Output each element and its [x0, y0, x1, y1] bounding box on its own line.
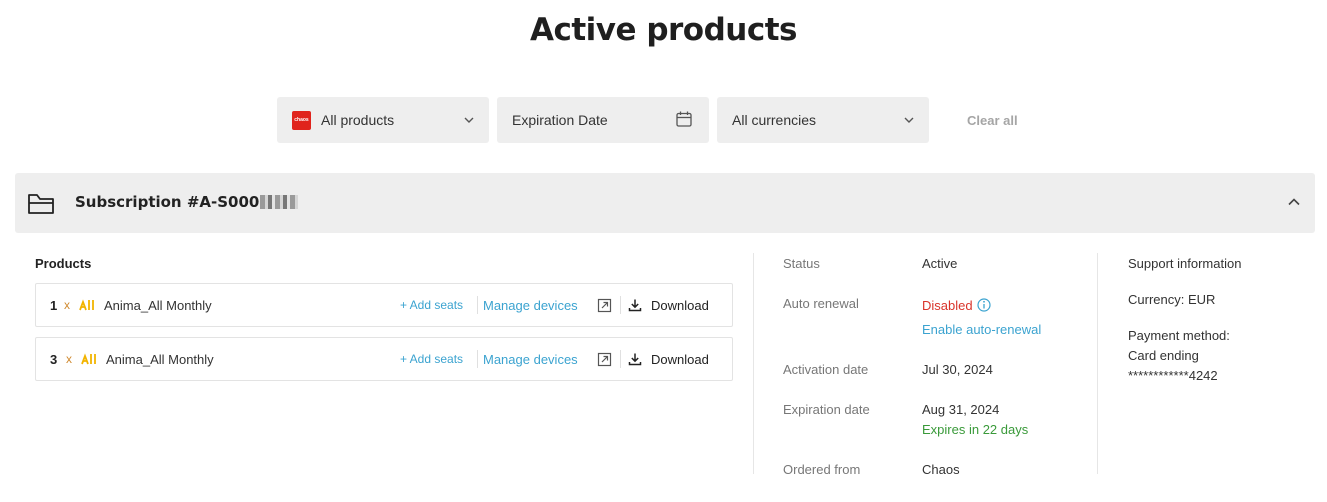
- ordered-from-label: Ordered from: [783, 462, 861, 477]
- chevron-up-icon[interactable]: [1287, 195, 1301, 209]
- expiration-date-value: Aug 31, 2024: [922, 402, 1000, 417]
- calendar-icon: [676, 111, 692, 127]
- currency-filter[interactable]: All currencies: [717, 97, 929, 143]
- divider: [620, 350, 621, 368]
- expires-in-note: Expires in 22 days: [922, 422, 1029, 437]
- subscription-header[interactable]: Subscription #A-S000: [15, 173, 1315, 233]
- redacted-id: [260, 195, 299, 209]
- manage-devices-link[interactable]: Manage devices: [483, 352, 578, 367]
- folder-icon: [28, 194, 54, 214]
- divider: [477, 296, 478, 314]
- enable-auto-renewal-link[interactable]: Enable auto-renewal: [922, 322, 1041, 337]
- download-button[interactable]: Download: [651, 298, 709, 313]
- chevron-down-icon: [904, 117, 914, 123]
- subscription-title: Subscription #A-S000: [75, 193, 299, 211]
- activation-date-label: Activation date: [783, 362, 869, 377]
- download-button[interactable]: Download: [651, 352, 709, 367]
- auto-renewal-value: Disabled: [922, 298, 991, 313]
- product-quantity: 1: [50, 297, 58, 313]
- payment-method-label: Payment method:: [1128, 328, 1230, 343]
- ordered-from-value: Chaos: [922, 462, 960, 477]
- product-quantity: 3: [50, 351, 58, 367]
- manage-devices-link[interactable]: Manage devices: [483, 298, 578, 313]
- chevron-down-icon: [464, 117, 474, 123]
- expiration-date-filter[interactable]: Expiration Date: [497, 97, 709, 143]
- divider: [477, 350, 478, 368]
- payment-card-number: ************4242: [1128, 368, 1218, 383]
- product-name: Anima_All Monthly: [104, 297, 212, 313]
- column-divider: [753, 253, 754, 474]
- download-icon: [628, 299, 642, 312]
- currency-filter-label: All currencies: [732, 112, 817, 128]
- chaos-logo-icon: chaos: [292, 110, 311, 130]
- add-seats-link[interactable]: + Add seats: [400, 298, 463, 312]
- external-link-icon[interactable]: [597, 352, 612, 367]
- multiply-sign: x: [66, 352, 72, 366]
- product-name: Anima_All Monthly: [106, 351, 214, 367]
- expiration-date-label: Expiration Date: [512, 112, 608, 128]
- products-heading: Products: [35, 256, 92, 271]
- add-seats-link[interactable]: + Add seats: [400, 352, 463, 366]
- payment-card-label: Card ending: [1128, 348, 1199, 363]
- external-link-icon[interactable]: [597, 298, 612, 313]
- product-row: 3 x Anima_All Monthly + Add seats Manage…: [35, 337, 733, 381]
- status-label: Status: [783, 256, 820, 271]
- anima-logo-icon: [79, 299, 94, 311]
- clear-all-button[interactable]: Clear all: [967, 113, 1018, 128]
- divider: [620, 296, 621, 314]
- filter-bar: chaos All products Expiration Date All c…: [277, 97, 1018, 143]
- products-filter[interactable]: chaos All products: [277, 97, 489, 143]
- products-filter-label: All products: [321, 112, 395, 128]
- currency-info: Currency: EUR: [1128, 292, 1216, 307]
- product-row: 1 x Anima_All Monthly + Add seats Manage…: [35, 283, 733, 327]
- expiration-date-label: Expiration date: [783, 402, 870, 417]
- page-title: Active products: [529, 12, 798, 48]
- anima-logo-icon: [81, 353, 96, 365]
- info-icon[interactable]: [976, 298, 991, 312]
- activation-date-value: Jul 30, 2024: [922, 362, 993, 377]
- support-information-link[interactable]: Support information: [1128, 256, 1241, 271]
- status-value: Active: [922, 256, 958, 271]
- auto-renewal-label: Auto renewal: [783, 296, 859, 311]
- column-divider: [1097, 253, 1098, 474]
- multiply-sign: x: [64, 298, 70, 312]
- download-icon: [628, 353, 642, 366]
